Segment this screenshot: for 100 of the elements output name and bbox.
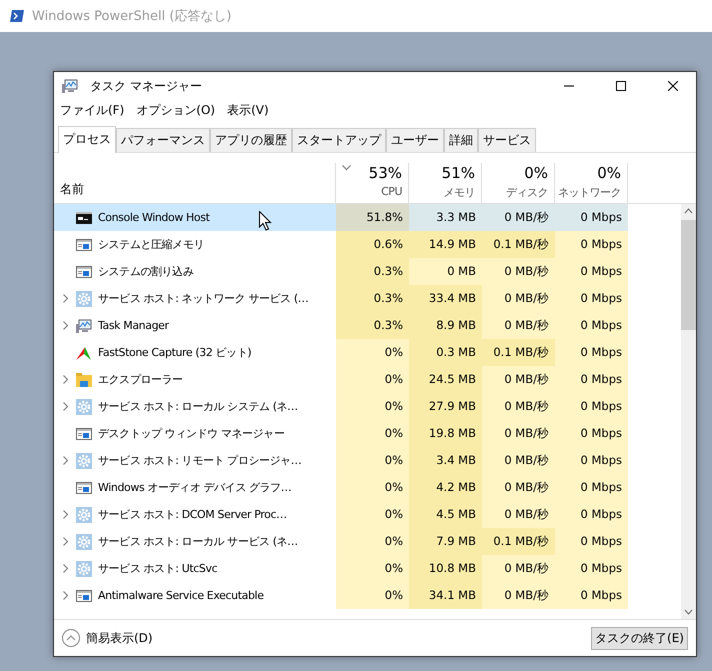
expand-chevron-icon[interactable] xyxy=(63,294,69,303)
table-cell: 0 MB/秒 xyxy=(482,420,555,447)
process-name-cell[interactable]: Antimalware Service Executable xyxy=(54,582,336,609)
expand-chevron-icon[interactable] xyxy=(63,510,69,519)
table-cell: 0 MB/秒 xyxy=(482,258,555,285)
column-header[interactable]: ネットワーク xyxy=(558,185,621,200)
process-name: システムの割り込み xyxy=(98,264,194,279)
table-cell: 0 MB/秒 xyxy=(482,204,555,231)
expand-chevron-icon[interactable] xyxy=(63,591,69,600)
scrollbar-thumb[interactable] xyxy=(681,220,696,330)
process-name-cell[interactable]: サービス ホスト: リモート プロシージャ… xyxy=(54,447,336,474)
process-name: サービス ホスト: ネットワーク サービス (… xyxy=(98,291,308,306)
scrollbar[interactable] xyxy=(681,204,696,619)
usage-percent: 0% xyxy=(597,164,621,182)
window-icon xyxy=(76,236,92,252)
tab[interactable]: スタートアップ xyxy=(292,128,386,152)
table-cell: 0 Mbps xyxy=(555,258,628,285)
table-cell: 0% xyxy=(336,528,409,555)
process-name: システムと圧縮メモリ xyxy=(98,237,204,252)
usage-percent: 0% xyxy=(524,164,548,182)
process-name-cell[interactable]: Task Manager xyxy=(54,312,336,339)
table-cell: 0 Mbps xyxy=(555,474,628,501)
end-task-button[interactable]: タスクの終了(E) xyxy=(591,626,688,650)
window-icon xyxy=(76,264,92,280)
table-cell: 0.3% xyxy=(336,285,409,312)
table-cell: 0 MB/秒 xyxy=(482,555,555,582)
table-cell: 33.4 MB xyxy=(409,285,482,312)
table-cell: 0 Mbps xyxy=(555,339,628,366)
menu-item[interactable]: オプション(O) xyxy=(136,102,216,118)
usage-percent: 53% xyxy=(368,164,402,182)
table-cell: 0 MB/秒 xyxy=(482,582,555,609)
table-cell: 0% xyxy=(336,501,409,528)
table-cell: 0 Mbps xyxy=(555,420,628,447)
gear-icon xyxy=(76,534,92,550)
process-name-cell[interactable]: サービス ホスト: ネットワーク サービス (… xyxy=(54,285,336,312)
table-cell: 0 MB/秒 xyxy=(482,285,555,312)
process-name: エクスプローラー xyxy=(98,372,183,387)
tab[interactable]: アプリの履歴 xyxy=(210,128,292,152)
expand-chevron-icon[interactable] xyxy=(63,321,69,330)
expand-chevron-icon[interactable] xyxy=(63,537,69,546)
column-header[interactable]: 名前 xyxy=(60,181,84,198)
tab[interactable]: パフォーマンス xyxy=(116,128,210,152)
table-cell: 34.1 MB xyxy=(409,582,482,609)
tab[interactable]: ユーザー xyxy=(386,128,444,152)
process-name-cell[interactable]: Console Window Host xyxy=(54,204,336,231)
table-cell: 0 MB/秒 xyxy=(482,474,555,501)
window-icon xyxy=(76,426,92,442)
column-header[interactable]: メモリ xyxy=(444,185,475,200)
window-title: タスク マネージャー xyxy=(90,78,203,94)
process-name-cell[interactable]: デスクトップ ウィンドウ マネージャー xyxy=(54,420,336,447)
tab[interactable]: プロセス xyxy=(58,126,116,153)
table-cell: 27.9 MB xyxy=(409,393,482,420)
table-cell: 14.9 MB xyxy=(409,231,482,258)
tab[interactable]: 詳細 xyxy=(444,128,478,152)
process-name-cell[interactable]: サービス ホスト: DCOM Server Proc… xyxy=(54,501,336,528)
expand-chevron-icon[interactable] xyxy=(63,564,69,573)
capture-logo-icon xyxy=(76,344,92,360)
expand-chevron-icon[interactable] xyxy=(63,375,69,384)
process-name: Console Window Host xyxy=(98,211,210,224)
expand-chevron-icon[interactable] xyxy=(63,402,69,411)
process-name-cell[interactable]: サービス ホスト: ローカル サービス (ネ… xyxy=(54,528,336,555)
table-cell: 0 Mbps xyxy=(555,231,628,258)
close-icon xyxy=(668,81,678,91)
process-name-cell[interactable]: エクスプローラー xyxy=(54,366,336,393)
table-cell: 0 Mbps xyxy=(555,447,628,474)
process-name-cell[interactable]: サービス ホスト: UtcSvc xyxy=(54,555,336,582)
table-cell: 7.9 MB xyxy=(409,528,482,555)
menu-item[interactable]: ファイル(F) xyxy=(60,102,124,118)
table-cell: 0% xyxy=(336,393,409,420)
table-cell: 0 Mbps xyxy=(555,366,628,393)
process-name-cell[interactable]: FastStone Capture (32 ビット) xyxy=(54,339,336,366)
table-cell: 0 Mbps xyxy=(555,501,628,528)
process-name-cell[interactable]: システムの割り込み xyxy=(54,258,336,285)
table-cell: 0.3% xyxy=(336,258,409,285)
maximize-icon xyxy=(616,81,626,91)
table-cell: 0 Mbps xyxy=(555,528,628,555)
process-name-cell[interactable]: システムと圧縮メモリ xyxy=(54,231,336,258)
expand-chevron-icon[interactable] xyxy=(63,456,69,465)
process-name: Antimalware Service Executable xyxy=(98,589,264,602)
column-header[interactable]: CPU xyxy=(381,185,402,198)
process-name-cell[interactable]: Windows オーディオ デバイス グラフ… xyxy=(54,474,336,501)
table-cell: 24.5 MB xyxy=(409,366,482,393)
menu-item[interactable]: 表示(V) xyxy=(227,102,269,118)
gear-icon xyxy=(76,398,92,414)
table-cell: 4.2 MB xyxy=(409,474,482,501)
table-cell: 0 MB/秒 xyxy=(482,447,555,474)
column-header[interactable]: ディスク xyxy=(506,185,548,200)
compact-view-toggle[interactable]: 簡易表示(D) xyxy=(62,629,153,647)
tab[interactable]: サービス xyxy=(478,128,536,152)
table-cell: 0 Mbps xyxy=(555,555,628,582)
table-cell: 0% xyxy=(336,582,409,609)
table-cell: 0% xyxy=(336,447,409,474)
console-icon xyxy=(76,210,92,226)
collapse-icon xyxy=(62,629,80,647)
process-name-cell[interactable]: サービス ホスト: ローカル システム (ネ… xyxy=(54,393,336,420)
gear-icon xyxy=(76,506,92,522)
table-cell: 4.5 MB xyxy=(409,501,482,528)
window-icon xyxy=(76,480,92,496)
table-cell: 0 MB/秒 xyxy=(482,393,555,420)
table-cell: 0 Mbps xyxy=(555,393,628,420)
